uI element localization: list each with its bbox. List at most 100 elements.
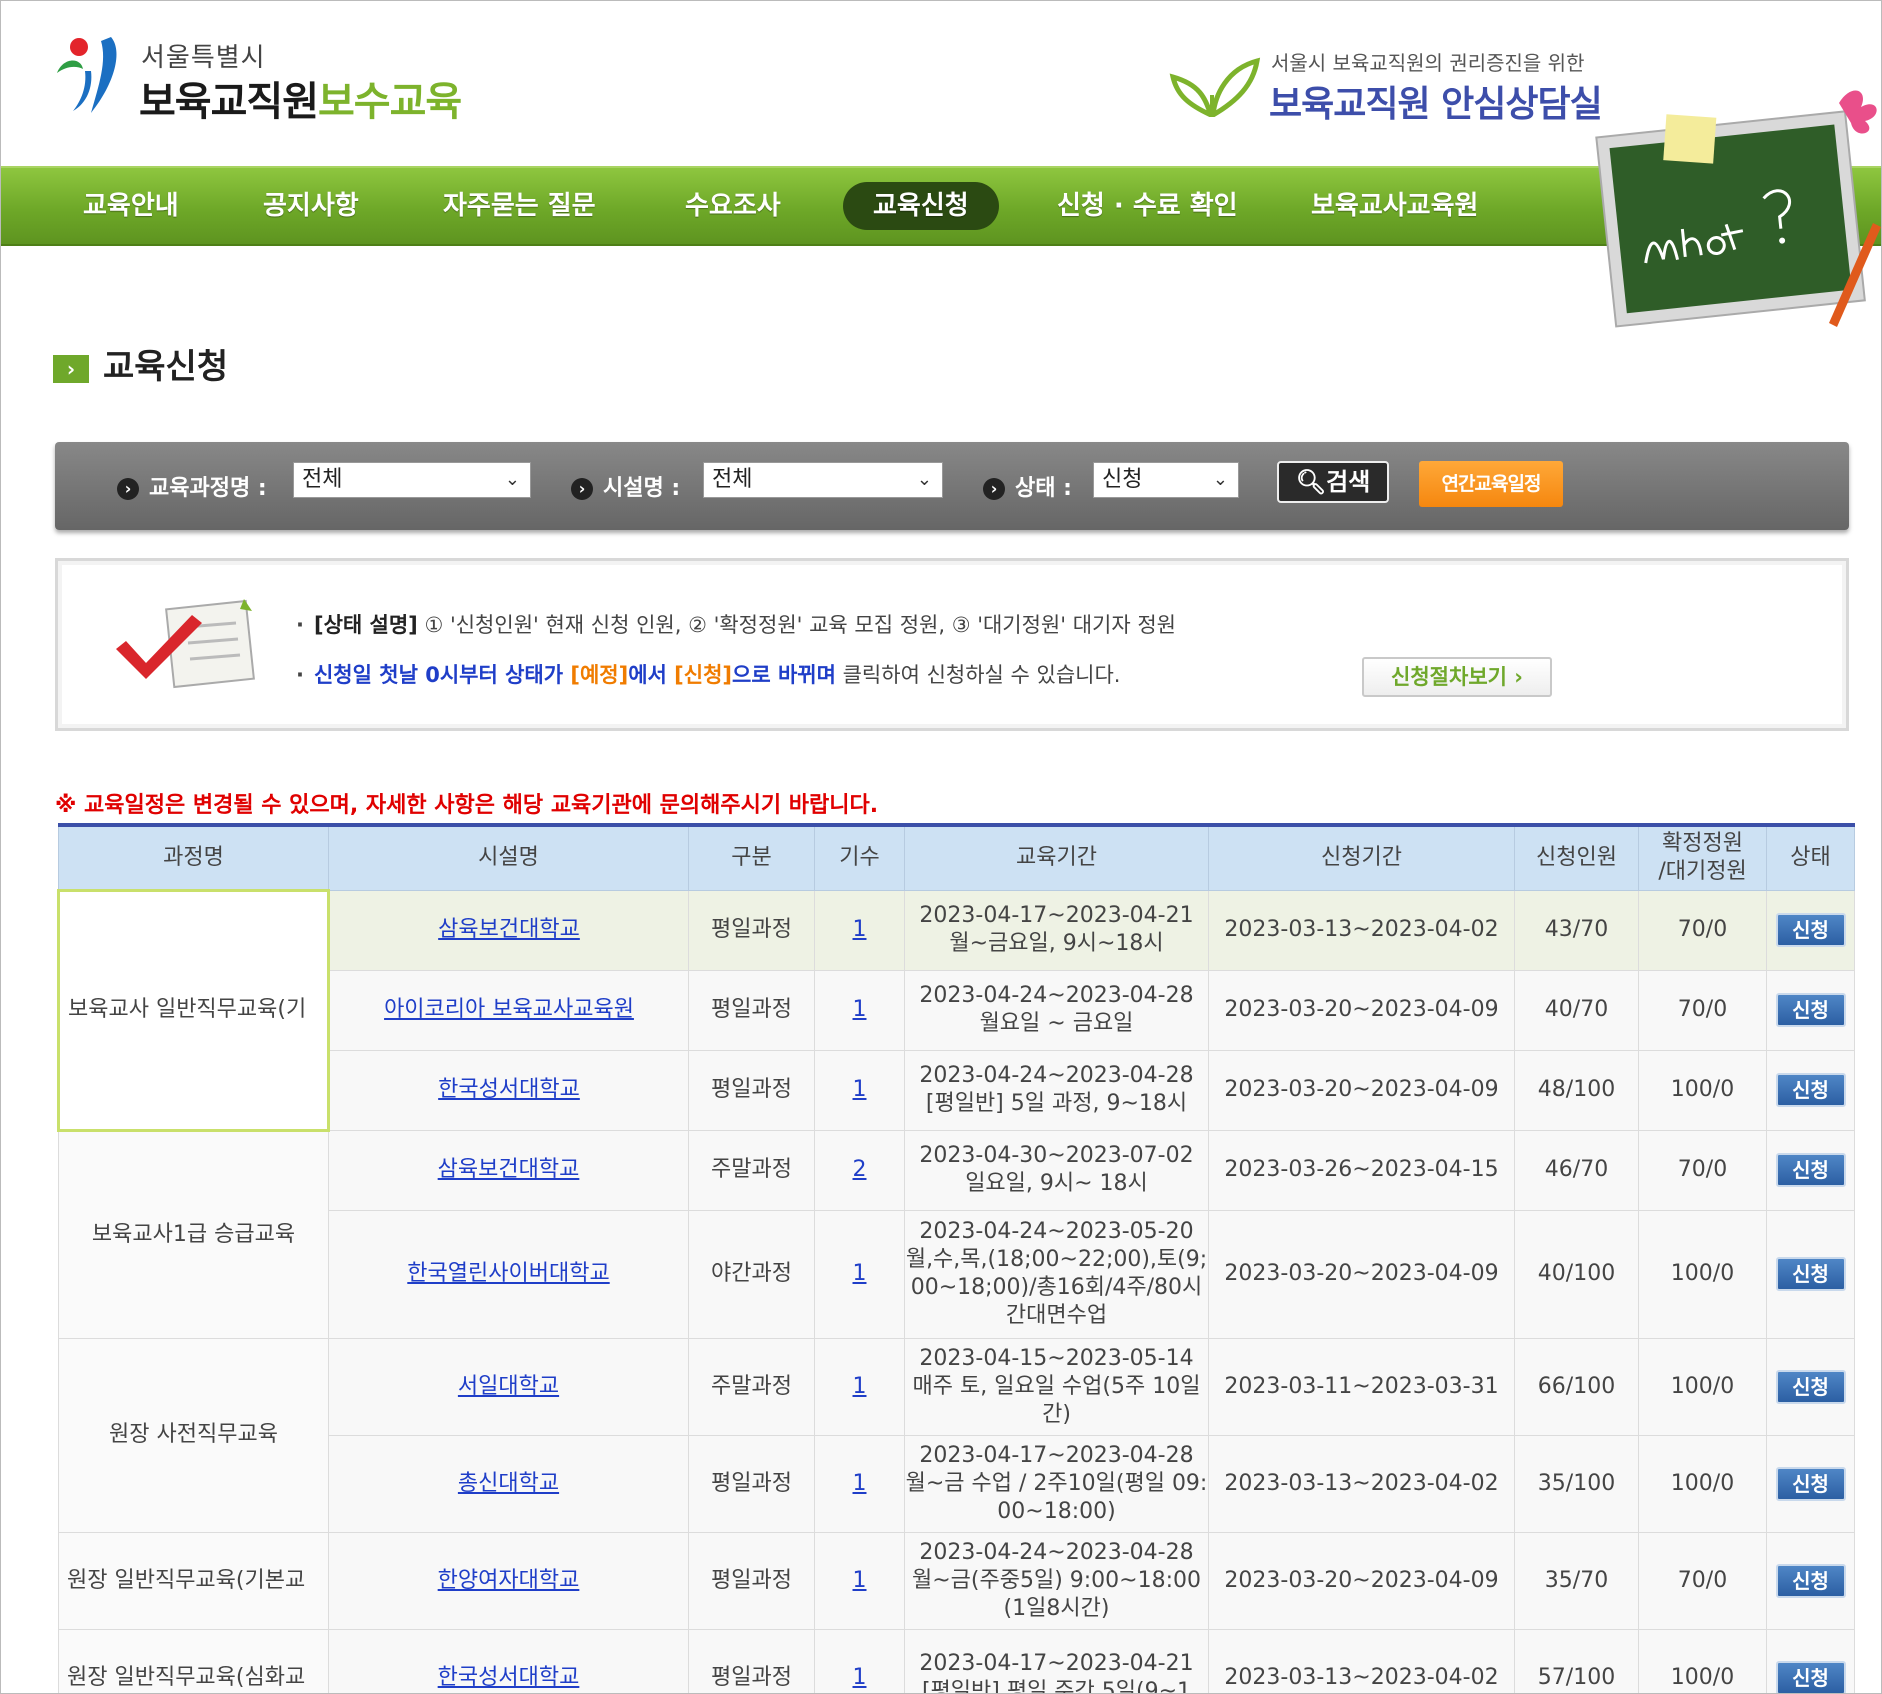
term-cell: 1 — [814, 1337, 905, 1436]
apply-note-part-e: 으로 바뀌며 — [732, 663, 836, 687]
apply-button[interactable]: 신청 — [1775, 1153, 1846, 1187]
apply-button[interactable]: 신청 — [1775, 1073, 1846, 1107]
table-row: 한국열린사이버대학교 야간과정 1 2023-04-24~2023-05-20 월… — [59, 1209, 1855, 1339]
apply-period-cell: 2023-03-20~2023-04-09 — [1208, 1049, 1515, 1131]
apply-period-cell: 2023-03-13~2023-04-02 — [1208, 1434, 1515, 1533]
status-cell: 신청 — [1766, 1531, 1855, 1630]
term-cell: 1 — [814, 1434, 905, 1533]
table-row: 총신대학교 평일과정 1 2023-04-17~2023-04-28 월~금 수업… — [59, 1434, 1855, 1533]
facility-link[interactable]: 한국열린사이버대학교 — [407, 1261, 609, 1286]
col-type: 구분 — [688, 824, 815, 891]
course-cell: 보육교사 일반직무교육(기 — [57, 888, 330, 1132]
annual-schedule-button[interactable]: 연간교육일정 — [1419, 461, 1563, 507]
facility-link[interactable]: 한국성서대학교 — [438, 1665, 580, 1690]
counseling-title: 보육교직원 안심상담실 — [1269, 84, 1603, 125]
apply-button[interactable]: 신청 — [1775, 1660, 1846, 1693]
period-dates: 2023-04-15~2023-05-14 — [919, 1345, 1194, 1371]
term-link[interactable]: 1 — [853, 1261, 867, 1286]
apply-button[interactable]: 신청 — [1775, 1257, 1846, 1291]
period-dates: 2023-04-24~2023-05-20 — [919, 1219, 1194, 1244]
logo-title-green: 보수교육 — [318, 79, 462, 125]
col-apply-period: 신청기간 — [1208, 824, 1515, 891]
chalkboard-icon — [1595, 90, 1881, 328]
chevron-down-icon: ⌄ — [504, 469, 520, 490]
status-cell: 신청 — [1766, 1209, 1855, 1339]
course-cell: 원장 사전직무교육 — [58, 1337, 329, 1533]
apply-period-cell: 2023-03-13~2023-04-02 — [1208, 1628, 1515, 1693]
term-link[interactable]: 1 — [853, 1665, 867, 1690]
counseling-banner[interactable]: 서울시 보육교직원의 권리증진을 위한 보육교직원 안심상담실 — [1167, 43, 1607, 125]
apply-note-part-a: 신청일 첫날 0시부터 상태가 — [313, 663, 571, 687]
apply-button[interactable]: 신청 — [1775, 1563, 1846, 1598]
checklist-icon — [116, 599, 255, 689]
facility-select-value: 전체 — [712, 467, 753, 492]
search-button[interactable]: 🔍︎검색 — [1277, 461, 1389, 503]
course-filter-label-text: 교육과정명 : — [149, 476, 267, 501]
apply-button[interactable]: 신청 — [1775, 1369, 1846, 1404]
term-cell: 1 — [814, 1531, 905, 1630]
table-row: 보육교사1급 승급교육 삼육보건대학교 주말과정 2 2023-04-30~20… — [58, 1129, 1855, 1339]
chevron-down-icon: ⌄ — [1212, 469, 1228, 490]
apply-button[interactable]: 신청 — [1775, 1466, 1846, 1501]
type-cell: 주말과정 — [688, 1337, 815, 1436]
apply-button[interactable]: 신청 — [1775, 913, 1846, 947]
term-link[interactable]: 1 — [853, 1568, 867, 1593]
nav-item-notices[interactable]: 공지사항 — [263, 182, 359, 230]
facility-cell: 한국열린사이버대학교 — [328, 1209, 689, 1339]
facility-link[interactable]: 한양여자대학교 — [438, 1568, 580, 1593]
status-description-head: [상태 설명] — [313, 613, 418, 637]
term-link[interactable]: 1 — [853, 1471, 867, 1496]
period-detail: 월,수,목,(18;00~22;00),토(9;00~18;00)/총16회/4… — [905, 1247, 1208, 1328]
facility-link[interactable]: 서일대학교 — [458, 1374, 559, 1399]
facility-link[interactable]: 총신대학교 — [458, 1471, 559, 1496]
nav-item-apply-confirm[interactable]: 신청 · 수료 확인 — [1057, 182, 1238, 230]
period-dates: 2023-04-17~2023-04-21 — [919, 903, 1194, 928]
facility-link[interactable]: 아이코리아 보육교사교육원 — [384, 997, 634, 1022]
apply-button[interactable]: 신청 — [1775, 993, 1846, 1027]
view-procedure-button[interactable]: 신청절차보기 › — [1362, 657, 1552, 697]
col-facility: 시설명 — [328, 824, 689, 891]
applicants-cell: 35/70 — [1514, 1531, 1639, 1630]
term-link[interactable]: 2 — [853, 1157, 867, 1182]
nav-item-survey[interactable]: 수요조사 — [685, 182, 781, 230]
site-logo[interactable]: 서울특별시 보육교직원보수교육 — [53, 31, 513, 125]
applicants-cell: 48/100 — [1514, 1049, 1639, 1131]
term-link[interactable]: 1 — [853, 1077, 867, 1102]
facility-cell: 삼육보건대학교 — [328, 1129, 689, 1211]
apply-period-cell: 2023-03-11~2023-03-31 — [1208, 1337, 1515, 1436]
table-header-row: 과정명 시설명 구분 기수 교육기간 신청기간 신청인원 확정정원/대기정원 상… — [58, 824, 1855, 891]
nav-item-education-apply[interactable]: 교육신청 — [843, 182, 999, 230]
capacity-cell: 100/0 — [1638, 1628, 1767, 1693]
apply-timing-note: · 신청일 첫날 0시부터 상태가 [예정]에서 [신청]으로 바뀌며 클릭하여 … — [296, 663, 1121, 687]
type-cell: 평일과정 — [688, 1531, 815, 1630]
arrow-icon: › — [571, 478, 593, 500]
nav-item-teacher-institute[interactable]: 보육교사교육원 — [1311, 182, 1478, 230]
status-cell: 신청 — [1766, 1129, 1855, 1211]
facility-select[interactable]: 전체 ⌄ — [703, 462, 943, 498]
applicants-cell: 40/70 — [1514, 969, 1639, 1051]
period-detail: 월~금 수업 / 2주10일(평일 09:00~18:00) — [905, 1470, 1208, 1524]
period-cell: 2023-04-24~2023-05-20 월,수,목,(18;00~22;00)… — [904, 1209, 1209, 1339]
term-link[interactable]: 1 — [853, 917, 867, 942]
applicants-cell: 40/100 — [1514, 1209, 1639, 1339]
applicants-cell: 43/70 — [1514, 889, 1639, 971]
facility-link[interactable]: 한국성서대학교 — [438, 1077, 580, 1102]
status-cell: 신청 — [1766, 1049, 1855, 1131]
nav-item-faq[interactable]: 자주묻는 질문 — [443, 182, 596, 230]
facility-link[interactable]: 삼육보건대학교 — [438, 917, 580, 942]
facility-cell: 한국성서대학교 — [328, 1628, 689, 1693]
term-link[interactable]: 1 — [853, 997, 867, 1022]
facility-link[interactable]: 삼육보건대학교 — [438, 1157, 580, 1182]
nav-item-education-guide[interactable]: 교육안내 — [83, 182, 179, 230]
applicants-cell: 46/70 — [1514, 1129, 1639, 1211]
term-cell: 2 — [814, 1129, 905, 1211]
col-capacity-line1: 확정정원 — [1662, 831, 1743, 857]
status-description-text: ① '신청인원' 현재 신청 인원, ② '확정정원' 교육 모집 정원, ③ … — [417, 613, 1176, 637]
col-capacity-line2: /대기정원 — [1658, 859, 1747, 885]
status-select[interactable]: 신청 ⌄ — [1093, 462, 1239, 498]
col-applicants: 신청인원 — [1514, 824, 1639, 891]
term-link[interactable]: 1 — [853, 1374, 867, 1399]
course-select-value: 전체 — [302, 467, 343, 492]
course-select[interactable]: 전체 ⌄ — [293, 462, 531, 498]
applicants-cell: 57/100 — [1514, 1628, 1639, 1693]
